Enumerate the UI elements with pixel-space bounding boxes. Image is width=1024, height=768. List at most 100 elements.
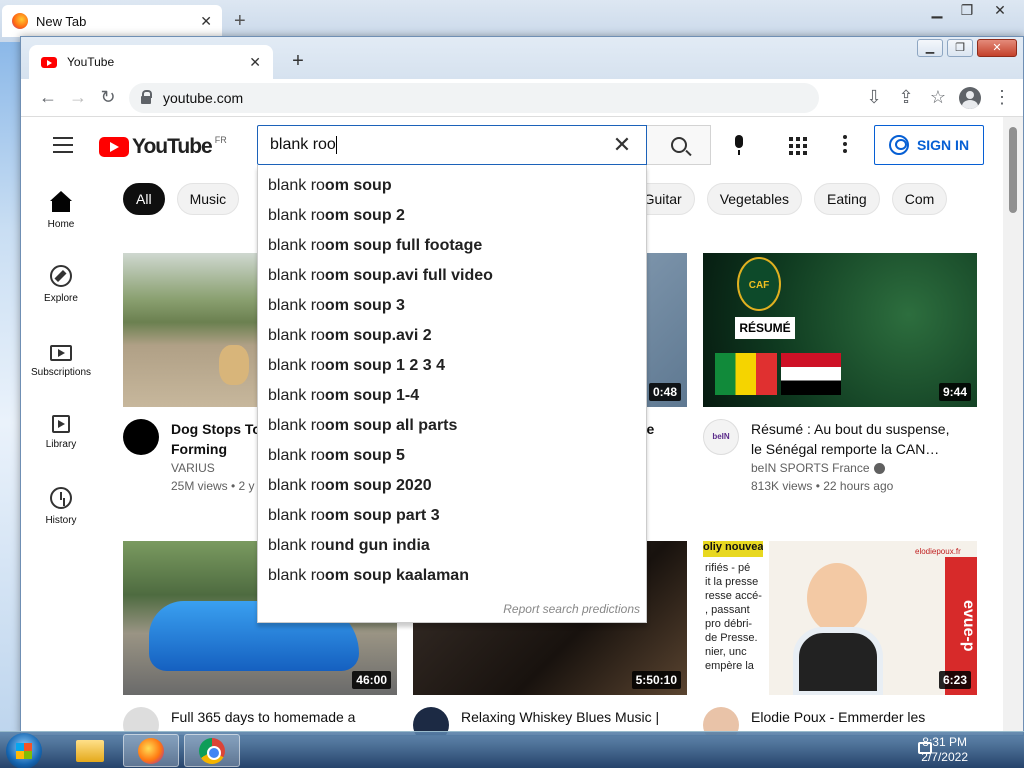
hamburger-menu-icon[interactable] [53,137,73,158]
nav-item-home[interactable]: Home [21,173,101,247]
video-card[interactable]: CAF RÉSUMÉ 9:44 beIN Résumé : Au bout du… [703,253,977,495]
tab-strip: YouTube ✕ + ▁ ❐ ✕ [21,37,1023,79]
video-card[interactable]: oliy nouvear rifiés - pé it la presse re… [703,541,977,735]
suggestion-item[interactable]: blank room soup kaalaman [258,561,646,591]
video-thumbnail[interactable]: CAF RÉSUMÉ 9:44 [703,253,977,407]
suggestion-typed-part: blank ro [268,417,325,434]
firefox-icon [12,13,28,29]
suggestion-item[interactable]: blank room soup 1 2 3 4 [258,351,646,381]
report-predictions-link[interactable]: Report search predictions [503,602,640,616]
paper-headline: oliy nouvear [703,541,763,557]
suggestion-item[interactable]: blank room soup part 3 [258,501,646,531]
suggestion-completion: und gun india [324,537,430,554]
suggestion-item[interactable]: blank room soup all parts [258,411,646,441]
chrome-menu-icon[interactable]: ⋮ [987,83,1017,113]
firefox-icon [138,737,164,764]
video-title[interactable]: Résumé : Au bout du suspense, le Sénégal … [751,419,949,459]
profile-icon[interactable] [955,83,985,113]
suggestion-completion: om soup all parts [324,417,458,434]
taskbar-firefox[interactable] [123,734,179,767]
install-icon[interactable]: ⇩ [859,83,889,113]
forward-arrow-icon[interactable]: → [63,83,93,113]
reload-icon[interactable]: ↻ [93,83,123,113]
video-title[interactable]: Dog Stops Tor Forming [171,419,266,459]
youtube-logo[interactable]: YouTube FR [99,135,227,159]
taskbar-chrome[interactable] [184,734,240,767]
suggestion-completion: om soup 5 [324,447,405,464]
nav-item-explore[interactable]: Explore [21,247,101,321]
suggestion-item[interactable]: blank room soup 2020 [258,471,646,501]
clock-date: 2/7/2022 [921,750,968,764]
share-icon[interactable]: ⇪ [891,83,921,113]
suggestion-typed-part: blank ro [268,507,325,524]
browser-toolbar: ← → ↻ youtube.com ⇩ ⇪ ☆ ⋮ [21,79,1023,117]
clear-search-icon[interactable]: ✕ [610,132,634,158]
tab-youtube[interactable]: YouTube ✕ [29,45,273,79]
clock[interactable]: 8:31 PM 2/7/2022 [921,735,968,765]
apps-grid-icon[interactable] [789,137,807,155]
nav-item-history[interactable]: History [21,469,101,543]
channel-name[interactable]: beIN SPORTS France [751,459,949,477]
address-bar[interactable]: youtube.com [129,82,819,113]
suggestion-typed-part: blank ro [268,567,325,584]
suggestion-typed-part: blank ro [268,477,325,494]
nav-item-subscriptions[interactable]: Subscriptions [21,321,101,395]
bookmark-star-icon[interactable]: ☆ [923,83,953,113]
video-thumbnail[interactable]: oliy nouvear rifiés - pé it la presse re… [703,541,977,695]
channel-avatar[interactable] [123,419,159,455]
paper-site: elodiepoux.fr [915,547,961,556]
suggestion-item[interactable]: blank room soup.avi 2 [258,321,646,351]
minimize-icon[interactable]: ▁ [924,2,950,20]
start-button[interactable] [6,733,42,768]
search-button[interactable] [647,125,711,165]
chip-music[interactable]: Music [176,183,240,215]
compass-icon [50,264,72,287]
chip-vegetables[interactable]: Vegetables [706,183,802,215]
suggestion-item[interactable]: blank round gun india [258,531,646,561]
more-vert-icon[interactable] [843,135,849,156]
suggestion-completion: om soup part 3 [324,507,440,524]
firefox-tab-new-tab[interactable]: New Tab ✕ [2,5,222,37]
chip-all[interactable]: All [123,183,165,215]
minimize-icon[interactable]: ▁ [917,39,943,57]
restore-icon[interactable]: ❐ [954,2,980,20]
windows-taskbar: 8:31 PM 2/7/2022 [0,731,1024,768]
suggestion-item[interactable]: blank room soup full footage [258,231,646,261]
taskbar-explorer[interactable] [62,734,118,767]
suggestion-completion: om soup 2020 [324,477,432,494]
suggestion-item[interactable]: blank room soup.avi full video [258,261,646,291]
close-icon[interactable]: ✕ [984,2,1016,20]
nav-item-library[interactable]: Library [21,395,101,469]
channel-name[interactable]: VARIUS [171,459,266,477]
nav-label: Explore [44,292,78,304]
back-arrow-icon[interactable]: ← [33,83,63,113]
close-tab-icon[interactable]: ✕ [200,13,212,30]
search-input[interactable]: blank roo ✕ [257,125,647,165]
suggestion-typed-part: blank ro [268,177,325,194]
suggestion-item[interactable]: blank room soup 1-4 [258,381,646,411]
new-tab-button[interactable]: + [285,49,311,75]
suggestion-item[interactable]: blank room soup 5 [258,441,646,471]
scrollbar-thumb[interactable] [1009,127,1017,213]
nav-label: Home [47,218,75,230]
chip-eating[interactable]: Eating [814,183,880,215]
close-tab-icon[interactable]: ✕ [249,54,261,71]
suggestion-item[interactable]: blank room soup [258,171,646,201]
subscriptions-icon [50,344,72,361]
new-tab-icon[interactable]: + [234,10,246,33]
channel-avatar[interactable]: beIN [703,419,739,455]
voice-search-icon[interactable] [727,133,751,157]
page-scrollbar[interactable] [1003,117,1023,735]
close-icon[interactable]: ✕ [977,39,1017,57]
url-text: youtube.com [163,89,244,106]
sign-in-button[interactable]: SIGN IN [874,125,984,165]
youtube-page: YouTube FR blank roo ✕ SIGN IN Home Expl… [21,117,1001,735]
restore-icon[interactable]: ❐ [947,39,973,57]
suggestion-completion: om soup.avi 2 [324,327,432,344]
lock-icon [141,89,152,104]
suggestion-item[interactable]: blank room soup 2 [258,201,646,231]
chip-partial-right[interactable]: Com [891,183,948,215]
suggestion-typed-part: blank ro [268,387,325,404]
suggestion-completion: om soup 1-4 [324,387,420,404]
suggestion-item[interactable]: blank room soup 3 [258,291,646,321]
